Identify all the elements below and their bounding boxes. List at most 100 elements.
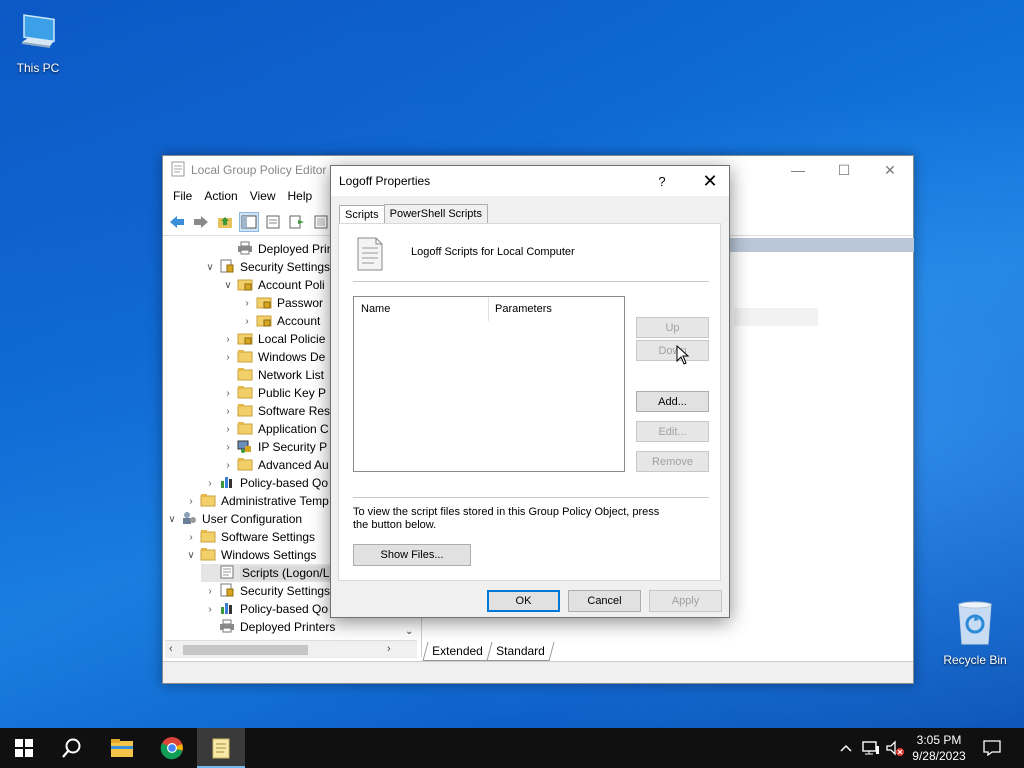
show-hidden-icons-icon[interactable]	[836, 728, 856, 768]
file-explorer-button[interactable]	[98, 728, 146, 768]
tree-item[interactable]: ∨ Windows Settings	[182, 546, 316, 564]
tab-standard[interactable]: Standard	[486, 642, 554, 661]
tree-item[interactable]: ∨ Security Settings	[201, 258, 330, 276]
edit-button[interactable]: Edit...	[636, 421, 709, 442]
logoff-properties-dialog: Logoff Properties ? ✕ Scripts PowerShell…	[330, 165, 730, 618]
tree-item[interactable]: › Account	[238, 312, 320, 330]
volume-muted-icon[interactable]	[884, 728, 906, 768]
export-list-icon[interactable]	[287, 212, 307, 232]
apply-button[interactable]: Apply	[649, 590, 722, 612]
menu-file[interactable]: File	[167, 189, 198, 203]
scroll-right-icon[interactable]: ›	[387, 643, 391, 655]
tree-item[interactable]: › Software Settings	[182, 528, 315, 546]
up-folder-icon[interactable]	[215, 212, 235, 232]
remove-button[interactable]: Remove	[636, 451, 709, 472]
scripts-list[interactable]: Name Parameters	[353, 296, 625, 472]
tree-item[interactable]: Scripts (Logon/L	[201, 564, 332, 582]
tree-item[interactable]: › Public Key P	[219, 384, 326, 402]
tree-item[interactable]: › Advanced Au	[219, 456, 329, 474]
dialog-close-icon[interactable]: ✕	[691, 168, 729, 194]
tree-item[interactable]: › Policy-based Qo	[201, 474, 328, 492]
tree-item[interactable]: Network List	[219, 366, 324, 384]
scroll-left-icon[interactable]: ‹	[169, 643, 173, 655]
close-icon[interactable]: ✕	[867, 156, 913, 184]
chevron-right-icon[interactable]: ›	[219, 334, 237, 345]
chevron-right-icon[interactable]: ›	[238, 316, 256, 327]
menu-help[interactable]: Help	[282, 189, 319, 203]
chevron-right-icon[interactable]: ›	[238, 298, 256, 309]
menu-view[interactable]: View	[244, 189, 282, 203]
mouse-cursor-icon	[676, 344, 690, 368]
start-button[interactable]	[0, 728, 48, 768]
scroll-down-icon[interactable]: ⌄	[405, 626, 413, 637]
tree-horizontal-scrollbar[interactable]: ‹ ›	[165, 640, 417, 658]
tree-item[interactable]: › Local Policie	[219, 330, 325, 348]
chevron-right-icon[interactable]: ›	[182, 496, 200, 507]
gpedit-taskbar-button[interactable]	[197, 728, 245, 768]
tree-item[interactable]: › Application C	[219, 420, 329, 438]
this-pc-icon	[0, 10, 76, 57]
minimize-icon[interactable]: —	[775, 156, 821, 184]
folder-icon	[237, 421, 255, 437]
tree-item[interactable]: Deployed Printe	[219, 240, 343, 258]
tree-item[interactable]: › Software Res	[219, 402, 330, 420]
tree-item[interactable]: › Security Settings	[201, 582, 330, 600]
chevron-down-icon[interactable]: ∨	[219, 280, 237, 291]
tree-item-label: Account	[277, 314, 321, 328]
tree-item[interactable]: Deployed Printers	[201, 618, 335, 636]
chevron-right-icon[interactable]: ›	[201, 478, 219, 489]
network-icon[interactable]	[860, 728, 882, 768]
windows-logo-icon	[15, 739, 33, 757]
chevron-down-icon[interactable]: ∨	[201, 262, 219, 273]
chevron-right-icon[interactable]: ›	[201, 604, 219, 615]
chevron-right-icon[interactable]: ›	[219, 352, 237, 363]
chevron-right-icon[interactable]: ›	[201, 586, 219, 597]
tree-item[interactable]: ∨ Account Poli	[219, 276, 324, 294]
ok-button[interactable]: OK	[487, 590, 560, 612]
forward-arrow-icon[interactable]	[191, 212, 211, 232]
desktop-icon-this-pc[interactable]: This PC	[0, 10, 76, 75]
up-button[interactable]: Up	[636, 317, 709, 338]
search-icon	[62, 738, 81, 758]
chrome-button[interactable]	[148, 728, 196, 768]
tree-item[interactable]: › Passwor	[238, 294, 323, 312]
column-header-name[interactable]: Name	[361, 303, 390, 315]
tab-powershell-scripts[interactable]: PowerShell Scripts	[383, 204, 488, 224]
show-files-button[interactable]: Show Files...	[353, 544, 471, 566]
tree-item-label: Policy-based Qo	[240, 602, 329, 616]
tree-item[interactable]: › Policy-based Qo	[201, 600, 328, 618]
chevron-right-icon[interactable]: ›	[219, 388, 237, 399]
properties-icon[interactable]	[263, 212, 283, 232]
scroll-thumb[interactable]	[183, 645, 308, 655]
chevron-right-icon[interactable]: ›	[182, 532, 200, 543]
chevron-right-icon[interactable]: ›	[219, 406, 237, 417]
help-book-icon[interactable]	[311, 212, 331, 232]
down-button[interactable]: Down	[636, 340, 709, 361]
tab-scripts[interactable]: Scripts	[339, 205, 385, 225]
show-hide-tree-icon[interactable]	[239, 211, 259, 232]
tree-item[interactable]: › IP Security P	[219, 438, 327, 456]
chevron-right-icon[interactable]: ›	[219, 460, 237, 471]
column-separator[interactable]	[488, 297, 489, 321]
chevron-right-icon[interactable]: ›	[219, 424, 237, 435]
system-clock[interactable]: 3:05 PM 9/28/2023	[906, 732, 972, 764]
notifications-icon[interactable]	[978, 728, 1006, 768]
chevron-down-icon[interactable]: ∨	[165, 514, 181, 525]
desktop-icon-recycle-bin[interactable]: Recycle Bin	[937, 600, 1013, 667]
cancel-button[interactable]: Cancel	[568, 590, 641, 612]
maximize-icon[interactable]: ☐	[821, 156, 867, 184]
chevron-right-icon[interactable]: ›	[219, 442, 237, 453]
view-tabs: Extended Standard	[422, 642, 554, 661]
dialog-title: Logoff Properties	[339, 174, 431, 188]
tree-item[interactable]: ∨ User Configuration	[165, 510, 302, 528]
tab-extended[interactable]: Extended	[422, 642, 493, 661]
back-arrow-icon[interactable]	[167, 212, 187, 232]
chevron-down-icon[interactable]: ∨	[182, 550, 200, 561]
search-button[interactable]	[48, 728, 96, 768]
menu-action[interactable]: Action	[198, 189, 243, 203]
tree-item[interactable]: › Windows De	[219, 348, 325, 366]
column-header-parameters[interactable]: Parameters	[495, 303, 552, 315]
help-icon[interactable]: ?	[647, 170, 677, 192]
add-button[interactable]: Add...	[636, 391, 709, 412]
tree-item[interactable]: › Administrative Temp	[182, 492, 329, 510]
